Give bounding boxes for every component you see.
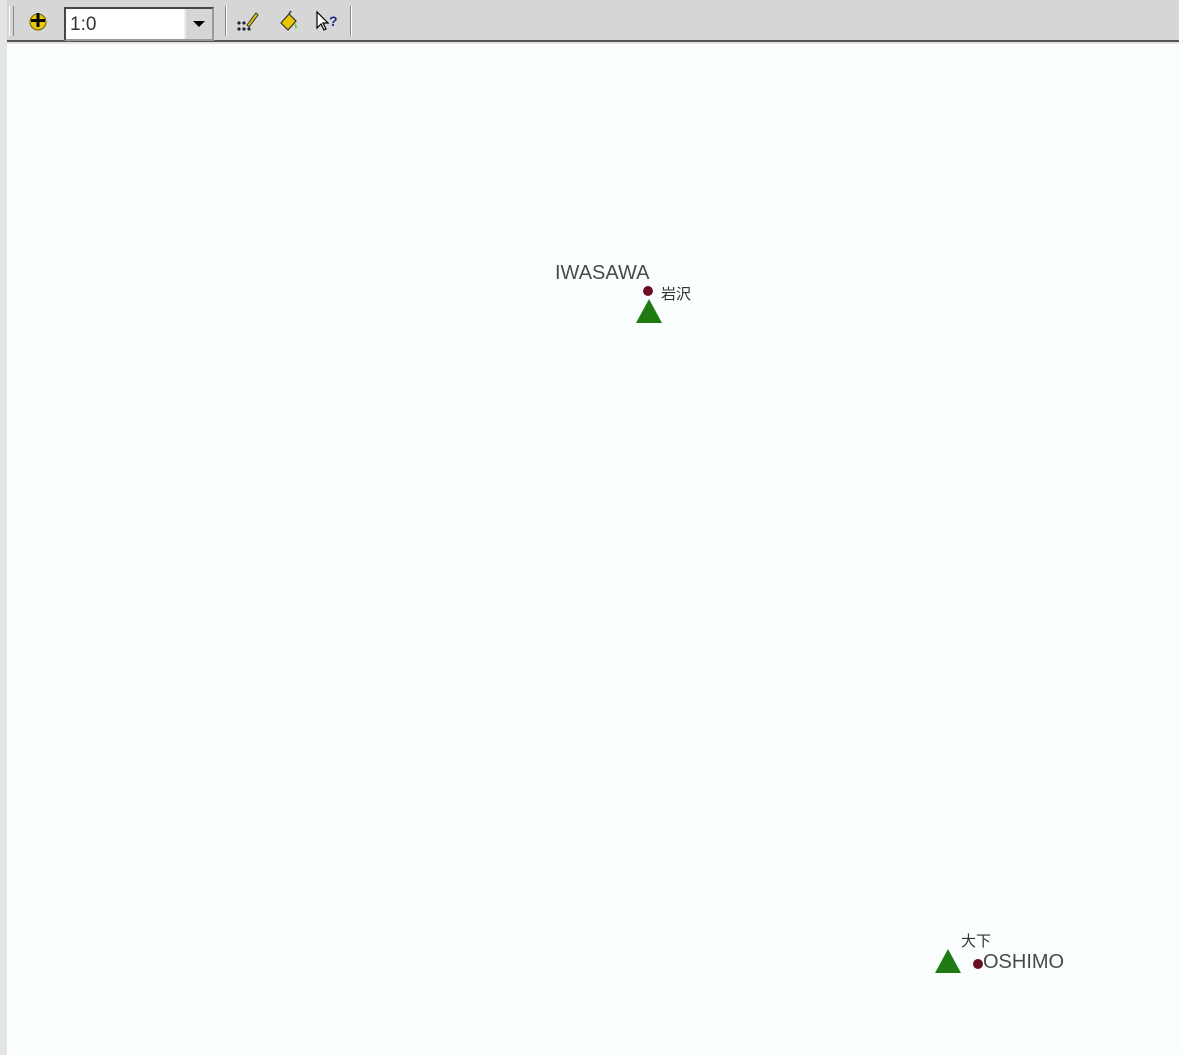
site-label-iwasawa: IWASAWA <box>555 262 650 284</box>
map-canvas[interactable]: IWASAWA 岩沢 大下 OSHIMO <box>7 44 1179 1055</box>
editor-tool-icon <box>237 12 259 31</box>
site-label-oshimo: OSHIMO <box>983 951 1065 973</box>
toolbar-separator <box>350 6 352 36</box>
station-marker-iwasawa[interactable] <box>636 299 662 323</box>
map-scale-combobox[interactable]: 1:0 <box>64 7 214 41</box>
whats-this-help-icon: ? <box>316 10 338 31</box>
whats-this-button[interactable]: ? <box>313 7 341 35</box>
site-label-iwasawa-jp: 岩沢 <box>661 286 692 303</box>
site-point-iwasawa[interactable] <box>643 286 653 296</box>
toolbar-grip[interactable] <box>9 6 14 36</box>
map-scale-dropdown-button[interactable] <box>184 9 212 39</box>
svg-text:?: ? <box>329 13 338 29</box>
map-toolbar: 1:0 ? <box>7 0 1179 42</box>
paint-button[interactable] <box>275 7 303 35</box>
paint-bucket-icon <box>280 10 297 31</box>
map-scale-value[interactable]: 1:0 <box>70 14 96 36</box>
add-data-icon <box>29 13 47 31</box>
add-data-button[interactable] <box>24 7 52 35</box>
chevron-down-icon <box>193 21 205 27</box>
station-marker-oshimo[interactable] <box>935 949 961 973</box>
site-point-oshimo[interactable] <box>973 959 983 969</box>
toolbar-separator <box>225 6 227 36</box>
site-label-oshimo-jp: 大下 <box>961 933 992 950</box>
editor-toolbar-button[interactable] <box>234 7 262 35</box>
